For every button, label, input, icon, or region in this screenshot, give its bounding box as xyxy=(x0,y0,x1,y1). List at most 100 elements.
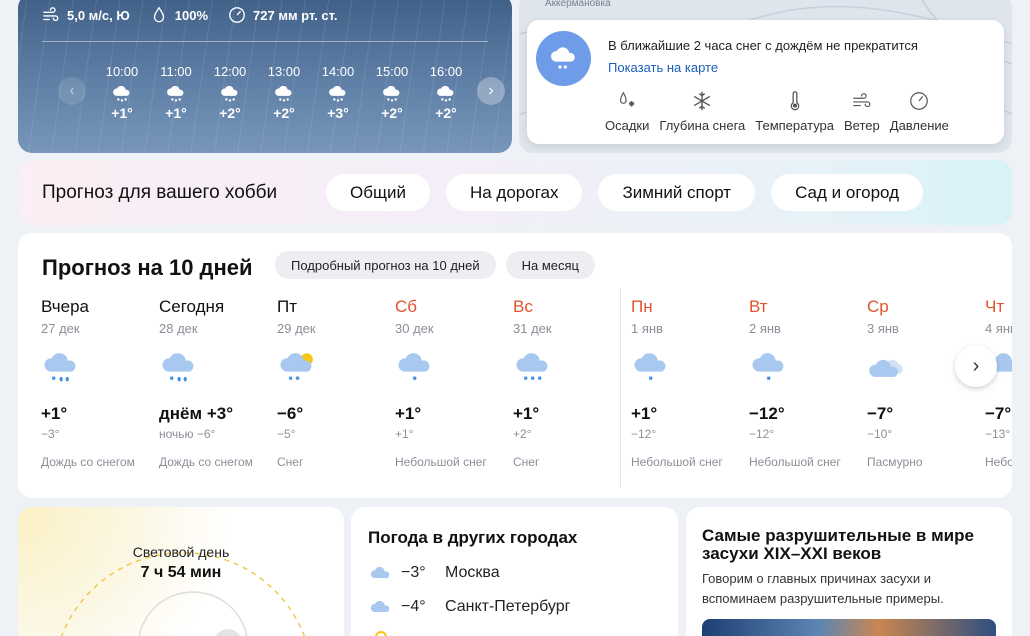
pressure-metric: 727 мм рт. ст. xyxy=(228,6,337,24)
layer-snow-depth[interactable]: Глубина снега xyxy=(659,90,745,133)
hour-time: 10:00 xyxy=(105,64,139,79)
hourly-forecast-panel: 5,0 м/с, Ю 100% 727 мм рт. ст. ‹ 10:00 +… xyxy=(18,0,512,153)
snow-rain-cloud-icon xyxy=(203,83,257,105)
day-high-temp: −7° xyxy=(985,404,1012,423)
hour-item: 12:00 +2° xyxy=(203,64,257,121)
layer-precipitation[interactable]: Осадки xyxy=(605,90,649,133)
city-name: Москва xyxy=(445,564,500,581)
day-low-temp: +1° xyxy=(395,427,414,441)
thermometer-icon xyxy=(790,91,799,111)
day-low-temp: ночью −6° xyxy=(159,427,216,441)
city-temp: −4° xyxy=(401,598,426,615)
layer-label: Ветер xyxy=(844,118,880,133)
day-condition: Небо xyxy=(985,455,1012,469)
news-image xyxy=(702,619,996,636)
hour-item: 15:00 +2° xyxy=(365,64,419,121)
hobby-chip-winter-sport[interactable]: Зимний спорт xyxy=(598,174,756,211)
day-item[interactable]: Сегодня 28 дек днём +3° ночью −6° Дождь … xyxy=(159,297,277,469)
day-name: Вс xyxy=(513,297,533,316)
metrics-divider xyxy=(42,41,488,42)
layer-temperature[interactable]: Температура xyxy=(755,90,834,133)
day-item[interactable]: Вс 31 дек +1° +2° Снег xyxy=(513,297,631,469)
hour-item: 13:00 +2° xyxy=(257,64,311,121)
pressure-gauge-icon xyxy=(229,7,245,23)
nowcast-text: В ближайшие 2 часа снег с дождём не прек… xyxy=(608,38,918,53)
day-item[interactable]: Пт 29 дек −6° −5° Снег xyxy=(277,297,395,469)
day-low-temp: −12° xyxy=(631,427,657,441)
layer-label: Температура xyxy=(755,118,835,133)
day-date: 31 дек xyxy=(513,321,552,336)
day-name: Пт xyxy=(277,297,298,316)
hobby-chips: Общий На дорогах Зимний спорт Сад и огор… xyxy=(326,174,924,211)
hourly-next-button[interactable]: › xyxy=(477,77,505,105)
day-condition: Пасмурно xyxy=(867,455,923,469)
city-temp: −3° xyxy=(401,564,426,581)
hour-temp: +2° xyxy=(219,105,241,121)
layer-label: Давление xyxy=(889,118,949,133)
day-low-temp: −10° xyxy=(867,427,893,441)
day-condition: Дождь со снегом xyxy=(41,455,135,469)
day-item[interactable]: Вчера 27 дек +1° −3° Дождь со снегом xyxy=(41,297,159,469)
day-date: 27 дек xyxy=(41,321,80,336)
day-date: 28 дек xyxy=(159,321,198,336)
day-high-temp: +1° xyxy=(513,404,540,423)
day-item[interactable]: Пн 1 янв +1° −12° Небольшой снег xyxy=(631,297,749,469)
day-low-temp: −3° xyxy=(41,427,60,441)
light-snow-cloud-icon xyxy=(749,348,867,394)
snow-rain-cloud-icon xyxy=(95,83,149,105)
day-high-temp: −6° xyxy=(277,404,304,423)
hobby-chip-garden[interactable]: Сад и огород xyxy=(771,174,924,211)
day-date: 1 янв xyxy=(631,321,663,336)
humidity-metric: 100% xyxy=(150,6,208,24)
cloud-icon xyxy=(370,566,390,578)
day-date: 4 янв xyxy=(985,321,1012,336)
hobby-chip-general[interactable]: Общий xyxy=(326,174,430,211)
day-item[interactable]: Чт 4 янв −7° −13° Небо xyxy=(985,297,1012,469)
day-name: Вт xyxy=(749,297,768,316)
month-forecast-button[interactable]: На месяц xyxy=(505,251,595,279)
hour-temp: +3° xyxy=(327,105,349,121)
daylight-label: Световой день xyxy=(132,544,230,560)
news-card[interactable]: Самые разрушительные в мире засухи XIX–X… xyxy=(686,507,1012,636)
layer-pressure[interactable]: Давление xyxy=(890,90,949,133)
map-layers: Осадки Глубина снега Температура Ветер Д… xyxy=(605,90,959,133)
hourly-prev-button[interactable]: ‹ xyxy=(58,77,86,105)
hour-time: 14:00 xyxy=(321,64,355,79)
wind-icon xyxy=(43,7,59,22)
day-low-temp: −12° xyxy=(749,427,775,441)
hourly-list: 10:00 +1° 11:00 +1° 12:00 +2° 13:00 +2° … xyxy=(95,64,473,121)
hour-item: 14:00 +3° xyxy=(311,64,365,121)
city-item[interactable]: −4° Санкт-Петербург xyxy=(369,597,570,617)
day-date: 3 янв xyxy=(867,321,899,336)
hour-time: 16:00 xyxy=(429,64,463,79)
nowcast-snow-rain-icon xyxy=(536,31,591,86)
hour-item: 10:00 +1° xyxy=(95,64,149,121)
other-cities-card: Погода в других городах −3° Москва −4° С… xyxy=(351,507,678,636)
humidity-value: 100% xyxy=(174,7,209,23)
snowflake-icon xyxy=(694,91,711,111)
day-name: Пн xyxy=(631,297,653,316)
pressure-gauge-icon xyxy=(910,92,929,110)
city-name: Санкт-Петербург xyxy=(445,598,571,615)
day-high-temp: +1° xyxy=(41,404,68,423)
hour-time: 11:00 xyxy=(160,64,192,79)
hobby-title: Прогноз для вашего хобби xyxy=(42,182,278,203)
city-item[interactable]: −3° Москва xyxy=(369,563,500,583)
hour-temp: +1° xyxy=(165,105,187,121)
layer-wind[interactable]: Ветер xyxy=(844,90,880,133)
precipitation-icon xyxy=(620,91,635,107)
forecast-next-button[interactable]: › xyxy=(955,345,997,387)
day-item[interactable]: Вт 2 янв −12° −12° Небольшой снег xyxy=(749,297,867,469)
sun-icon xyxy=(375,631,387,636)
daylight-value: 7 ч 54 мин xyxy=(140,564,222,581)
hour-item: 11:00 +1° xyxy=(149,64,203,121)
snow-rain-cloud-icon xyxy=(159,348,277,394)
snow-rain-cloud-icon xyxy=(365,83,419,105)
day-low-temp: +2° xyxy=(513,427,532,441)
current-metrics: 5,0 м/с, Ю 100% 727 мм рт. ст. xyxy=(42,6,337,24)
show-map-link[interactable]: Показать на карте xyxy=(608,60,718,75)
hobby-chip-roads[interactable]: На дорогах xyxy=(445,174,583,211)
detailed-forecast-button[interactable]: Подробный прогноз на 10 дней xyxy=(275,251,496,279)
day-item[interactable]: Сб 30 дек +1° +1° Небольшой снег xyxy=(395,297,513,469)
day-high-temp: +1° xyxy=(395,404,422,423)
